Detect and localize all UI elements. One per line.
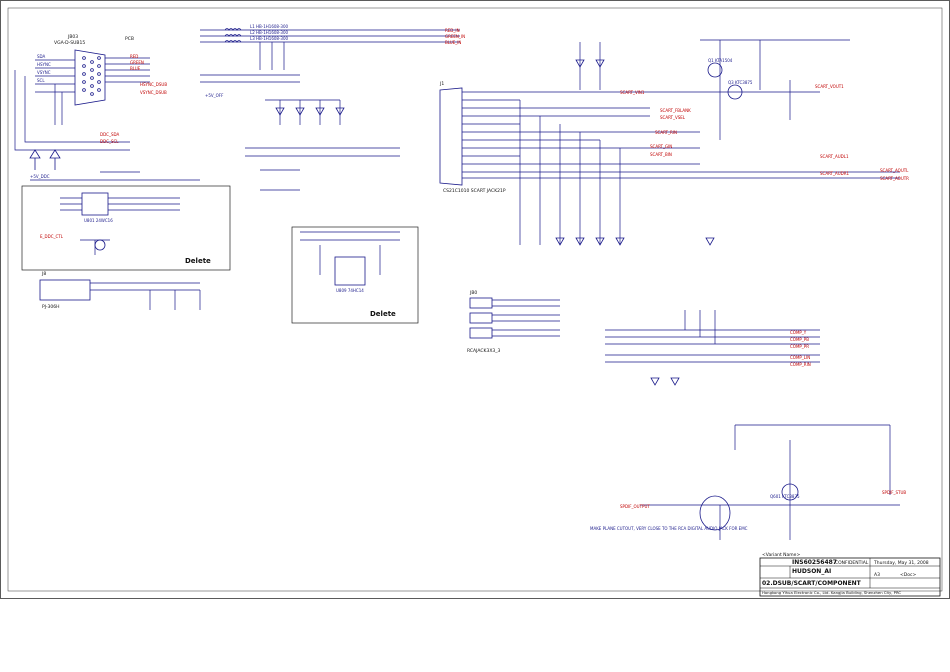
delete-label-1: Delete [185,257,211,265]
phone-jack-section: J8 PJ-306H [39,271,201,310]
u809-label: U809 74HC14 [336,288,364,293]
green-in-label: GREEN_IN [445,34,465,39]
scart-vout1-net: SCART_VOUT1 [815,84,844,89]
delete-box-2 [291,226,419,324]
vsync-dsub-net: VSYNC_DSUB [140,90,167,95]
part-number: INS60256487 [792,559,837,566]
q601-label: Q601 KTC3875 [770,494,800,499]
comp-rin-net: COMP_RIN [790,362,811,367]
scart-audr1-net: SCART_AUDR1 [820,171,850,176]
component-section: JB0 RCAJACK3X3_3 COMP_Y COMP_PB COMP_PR … [467,290,820,386]
l2-label: L2 HB-1H1608-300 [250,30,289,35]
phone-jack-ref: J8 [41,271,46,277]
rca-jack-label: RCAJACK3X3_3 [467,348,501,354]
red-in-label: RED_IN [445,28,460,33]
l1-label: L1 HB-1H1608-300 [250,24,289,29]
ddc-eeprom-section: +5V_DDC U801 24WC16 E_DDC_CTL Delete [21,171,231,271]
scart-audl1-net: SCART_AUDL1 [820,154,849,159]
vga-part-label: VGA-D-SUB15 [54,40,85,46]
ddc-5v-label: +5V_DDC [30,174,50,179]
ddc-sda-label: DDC_SDA [100,132,120,137]
u809-ic [334,256,366,286]
video-out-section: Q1 KTA1504 Q3 KTC3875 [575,39,850,140]
rgb-filter-section: L1 HB-1H1608-300 L2 HB-1H1608-300 L3 HB-… [200,24,465,125]
scart-part-label: CS21C1010 SCART JACK21P [443,188,506,194]
spdif-output-net: SPDIF_OUTPUT [620,504,650,509]
ddc-scl-label: DDC_SCL [100,139,119,144]
comp-pb-net: COMP_PB [790,337,809,342]
company-label: Hongkong Yihua Electronic Co., Ltd. Kang… [762,590,901,595]
scart-vsel-net: SCART_VSEL [660,115,686,120]
blue-net: BLUE [130,66,141,71]
phone-jack-body [39,279,91,301]
scart-bin-net: SCART_BIN [650,152,672,157]
q3-label: Q3 KTC3875 [728,80,753,85]
scart-connector-body [439,87,463,186]
comp-lin-net: COMP_LIN [790,355,810,360]
emc-note: MAKE PLANE CUTOUT, VERY CLOSE TO THE RCA… [590,526,748,531]
l3-label: L3 HB-1H1608-300 [250,36,289,41]
rca-ref: JB0 [469,290,477,296]
title-label: HUDSON_AI [792,568,831,575]
sync-buffer-section: U809 74HC14 Delete [245,147,419,324]
pcb-label: PCB [125,36,134,42]
scart-aoutl-net: SCART_AOUTL [880,168,909,173]
delete-label-2: Delete [370,310,396,318]
vsync-label: VSYNC [37,70,51,75]
scart-ref: J1 [439,81,444,87]
vga-section: JB03 VGA-D-SUB15 PCB SDA HSYNC VSYNC SCL… [14,34,167,170]
e-ddc-ctl-label: E_DDC_CTL [40,234,64,239]
doc-number-label: <Doc> [900,572,916,578]
hsync-dsub-net: HSYNC_DSUB [140,82,167,87]
size-label: A3 [874,572,880,578]
scart-vin1-net: SCART_VIN1 [620,90,645,95]
u801-ic [81,192,109,216]
schematic-sheet: JB03 VGA-D-SUB15 PCB SDA HSYNC VSYNC SCL… [0,0,950,599]
spdif-out-net: SPDIF_STUB [882,490,906,495]
u801-label: U801 24WC16 [84,218,113,223]
comp-y-net: COMP_Y [790,330,807,335]
spdif-section: SPDIF_OUTPUT SPDIF_STUB Q601 KTC3875 MAK… [590,424,906,540]
blue-in-label: BLUE_IN [445,40,461,45]
scart-section: J1 CS21C1010 SCART JACK21P SCART_VIN1 SC… [439,81,909,246]
confidential-label: CONFIDENTIAL [835,560,869,566]
5v-off-label: +5V_OFF [205,93,224,98]
scart-aoutr-net: SCART_AOUTR [880,176,909,181]
sheet-inner-border [7,7,943,592]
comp-pr-net: COMP_PR [790,344,809,349]
variant-name: <Variant Name> [762,552,800,558]
vga-ref-label: JB03 [67,34,78,40]
scart-gin-net: SCART_GIN [650,144,672,149]
date-label: Thursday, May 31, 2008 [873,560,929,566]
phone-jack-label: PJ-306H [42,304,59,310]
hsync-label: HSYNC [37,62,51,67]
scart-fblank-net: SCART_FBLANK [660,108,691,113]
subtitle-label: 02.DSUB/SCART/COMPONENT [762,580,862,587]
q1-label: Q1 KTA1504 [708,58,733,63]
sda-label: SDA [37,54,46,59]
scart-rin-net: SCART_RIN [655,130,677,135]
scl-label: SCL [37,78,45,83]
title-block: <Variant Name> INS60256487 CONFIDENTIAL … [759,552,941,597]
green-net: GREEN [130,60,144,65]
red-net: RED [130,54,138,59]
